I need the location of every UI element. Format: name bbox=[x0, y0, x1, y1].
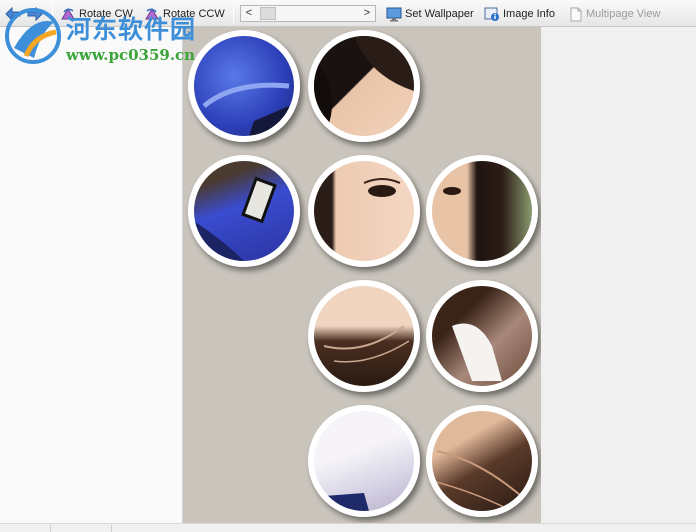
image-info-icon bbox=[484, 7, 499, 21]
status-bar bbox=[0, 523, 696, 532]
photo-circle bbox=[188, 155, 300, 267]
photo-circle bbox=[426, 405, 538, 517]
scroll-thumb[interactable] bbox=[260, 7, 276, 20]
photo-circle bbox=[308, 280, 420, 392]
watermark-site-name: 河东软件园 bbox=[66, 15, 197, 44]
circle-photo-icon bbox=[452, 323, 502, 381]
image-info-button[interactable]: Image Info bbox=[484, 5, 555, 23]
set-wallpaper-label: Set Wallpaper bbox=[405, 8, 474, 20]
circle-photo-icon bbox=[443, 187, 461, 195]
set-wallpaper-button[interactable]: Set Wallpaper bbox=[386, 5, 474, 23]
photo-circle bbox=[426, 280, 538, 392]
photo-circle bbox=[308, 155, 420, 267]
watermark-logo: 河东软件园 www.pc0359.cn bbox=[4, 6, 234, 70]
right-panel bbox=[541, 27, 696, 523]
document-icon bbox=[570, 7, 582, 21]
image-info-label: Image Info bbox=[503, 8, 555, 20]
image-viewer[interactable] bbox=[183, 27, 541, 523]
multipage-view-button[interactable]: Multipage View bbox=[569, 5, 660, 23]
watermark-url: www.pc0359.cn bbox=[66, 46, 196, 64]
site-logo-icon bbox=[5, 8, 61, 64]
photo-circle bbox=[308, 405, 420, 517]
multipage-view-label: Multipage View bbox=[586, 8, 661, 20]
toolbar-scroller[interactable]: < > bbox=[240, 5, 376, 22]
circle-photo-icon bbox=[314, 36, 414, 136]
circle-photo-icon bbox=[324, 493, 369, 511]
scroll-right-button[interactable]: > bbox=[359, 6, 375, 21]
circle-photo-icon bbox=[323, 325, 410, 363]
circle-photo-icon bbox=[432, 450, 528, 511]
monitor-icon bbox=[386, 7, 402, 21]
folder-pane[interactable] bbox=[0, 27, 183, 523]
photo-circle bbox=[308, 30, 420, 142]
circle-photo-icon bbox=[194, 176, 277, 261]
photo-circle bbox=[426, 155, 538, 267]
scroll-left-button[interactable]: < bbox=[241, 6, 257, 21]
circle-photo-icon bbox=[363, 178, 401, 197]
